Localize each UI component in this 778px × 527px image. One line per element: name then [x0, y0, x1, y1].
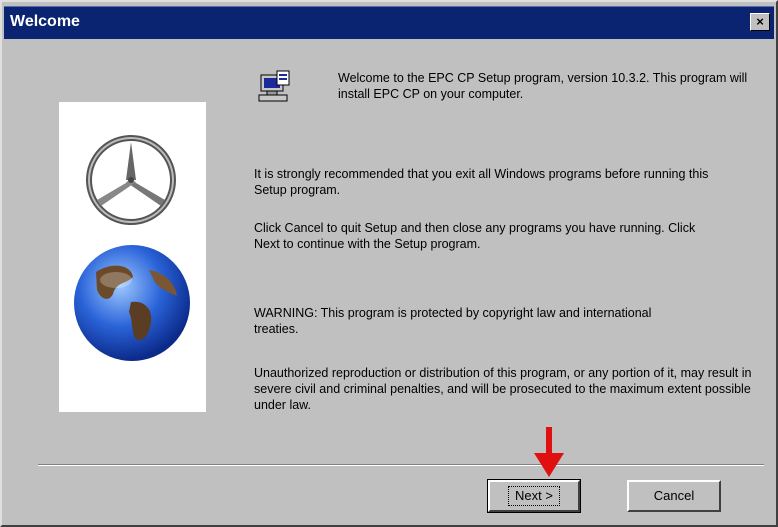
cancel-button[interactable]: Cancel — [627, 480, 721, 512]
title-bar[interactable]: Welcome × — [4, 6, 774, 39]
unauthorized-text: Unauthorized reproduction or distributio… — [254, 366, 752, 412]
welcome-text: Welcome to the EPC CP Setup program, ver… — [338, 71, 748, 101]
side-image-panel — [59, 102, 206, 412]
setup-dialog: Welcome × Welcome to the EPC CP Setup pr… — [0, 0, 778, 527]
window-title: Welcome — [10, 13, 80, 30]
recommend-text: It is strongly recommended that you exit… — [254, 167, 709, 197]
next-button[interactable]: Next > — [487, 479, 581, 513]
close-icon[interactable]: × — [750, 13, 770, 31]
next-button-label: Next > — [508, 486, 560, 506]
separator — [38, 464, 764, 466]
warning-text: WARNING: This program is protected by co… — [254, 306, 652, 336]
setup-computer-icon — [258, 70, 290, 102]
star-logo-icon — [86, 135, 176, 225]
red-arrow-down-icon — [534, 427, 564, 477]
cancel-instructions-text: Click Cancel to quit Setup and then clos… — [254, 221, 696, 251]
globe-icon — [74, 245, 190, 361]
